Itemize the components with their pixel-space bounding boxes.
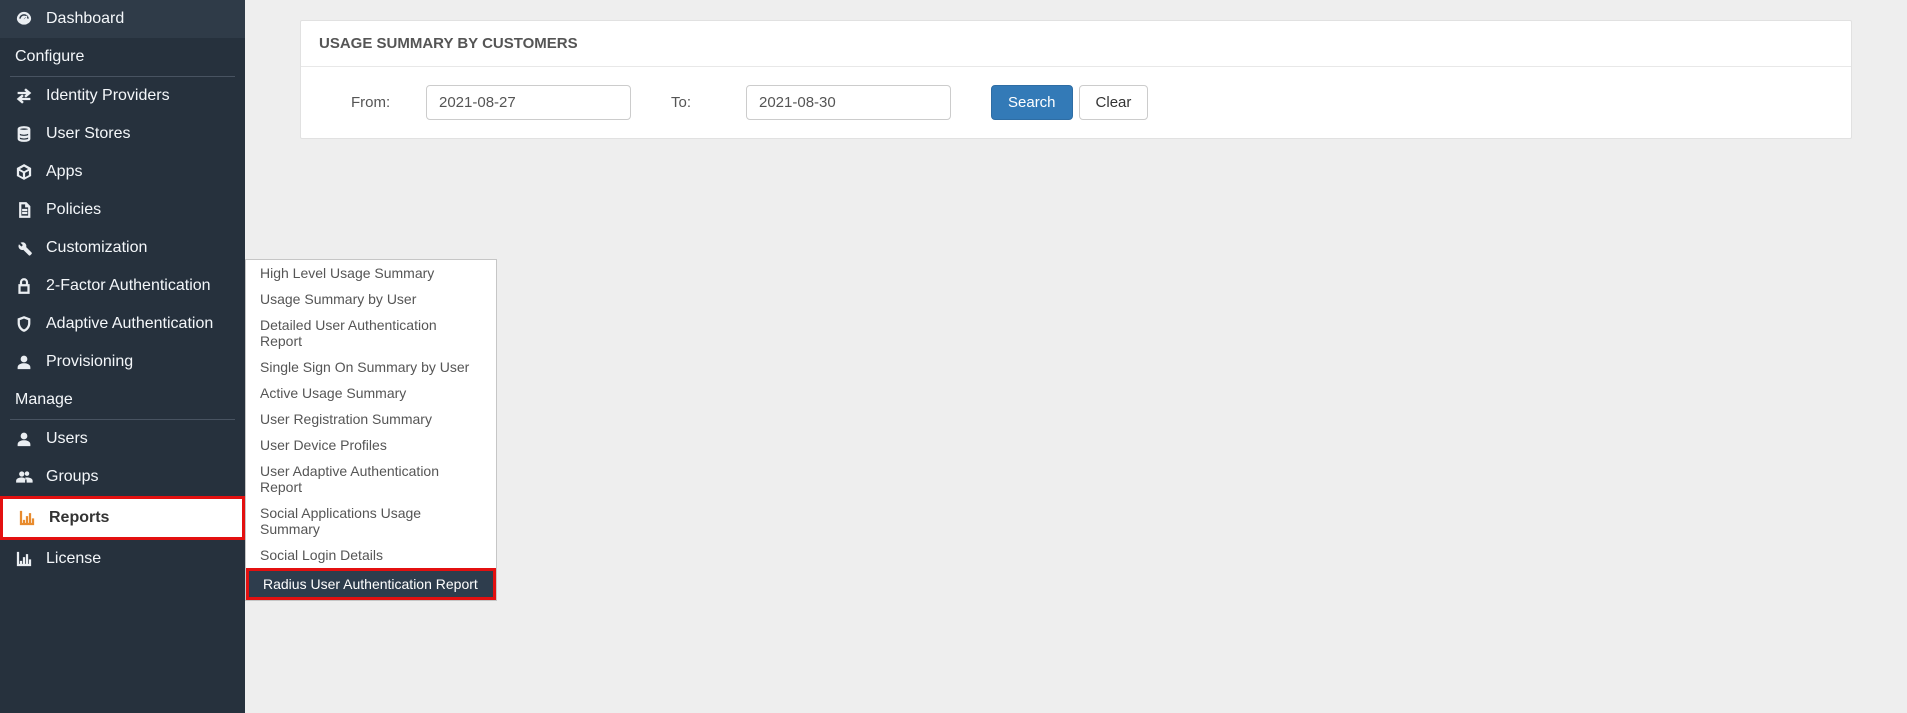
sidebar-item-label: Customization (46, 239, 147, 257)
swap-icon (15, 87, 33, 105)
cube-icon (15, 163, 33, 181)
sidebar-item-apps[interactable]: Apps (0, 153, 245, 191)
sidebar-item-label: Dashboard (46, 10, 124, 28)
submenu-item-sso-by-user[interactable]: Single Sign On Summary by User (246, 354, 496, 380)
sidebar-item-identity-providers[interactable]: Identity Providers (0, 77, 245, 115)
sidebar-item-label: Policies (46, 201, 101, 219)
panel-body: From: To: Search Clear (301, 67, 1851, 138)
sidebar-item-label: Identity Providers (46, 87, 170, 105)
from-group: From: (351, 85, 631, 120)
dashboard-icon (15, 10, 33, 28)
sidebar-item-users[interactable]: Users (0, 420, 245, 458)
submenu-item-detailed-user-auth[interactable]: Detailed User Authentication Report (246, 312, 496, 354)
sidebar-item-two-factor[interactable]: 2-Factor Authentication (0, 267, 245, 305)
from-label: From: (351, 94, 401, 111)
chart-icon (15, 550, 33, 568)
button-group: Search Clear (991, 85, 1148, 120)
sidebar-item-provisioning[interactable]: Provisioning (0, 343, 245, 381)
usage-summary-panel: USAGE SUMMARY BY CUSTOMERS From: To: Sea… (300, 20, 1852, 139)
submenu-item-social-login-details[interactable]: Social Login Details (246, 542, 496, 568)
submenu-item-user-device-profiles[interactable]: User Device Profiles (246, 432, 496, 458)
reports-submenu: High Level Usage Summary Usage Summary b… (245, 259, 497, 601)
submenu-item-active-usage[interactable]: Active Usage Summary (246, 380, 496, 406)
submenu-item-user-registration[interactable]: User Registration Summary (246, 406, 496, 432)
lock-icon (15, 277, 33, 295)
users-icon (15, 468, 33, 486)
database-icon (15, 125, 33, 143)
sidebar-item-label: 2-Factor Authentication (46, 277, 211, 295)
sidebar-section-configure: Configure (0, 38, 245, 76)
chart-icon (18, 509, 36, 527)
sidebar-item-label: License (46, 550, 101, 568)
sidebar-item-label: User Stores (46, 125, 130, 143)
sidebar-item-customization[interactable]: Customization (0, 229, 245, 267)
clear-button[interactable]: Clear (1079, 85, 1149, 120)
sidebar-item-reports[interactable]: Reports (0, 496, 245, 540)
document-icon (15, 201, 33, 219)
sidebar-item-license[interactable]: License (0, 540, 245, 578)
submenu-item-high-level-usage[interactable]: High Level Usage Summary (246, 260, 496, 286)
sidebar-item-label: Apps (46, 163, 82, 181)
wrench-icon (15, 239, 33, 257)
submenu-item-user-adaptive-auth[interactable]: User Adaptive Authentication Report (246, 458, 496, 500)
sidebar-item-label: Adaptive Authentication (46, 315, 213, 333)
sidebar-section-manage: Manage (0, 381, 245, 419)
sidebar-item-groups[interactable]: Groups (0, 458, 245, 496)
sidebar: Dashboard Configure Identity Providers U… (0, 0, 245, 713)
sidebar-item-adaptive-auth[interactable]: Adaptive Authentication (0, 305, 245, 343)
shield-icon (15, 315, 33, 333)
sidebar-item-label: Reports (49, 509, 109, 527)
submenu-item-radius-user-auth[interactable]: Radius User Authentication Report (246, 568, 496, 600)
submenu-item-social-apps-usage[interactable]: Social Applications Usage Summary (246, 500, 496, 542)
user-icon (15, 430, 33, 448)
from-date-input[interactable] (426, 85, 631, 120)
submenu-item-usage-by-user[interactable]: Usage Summary by User (246, 286, 496, 312)
panel-title: USAGE SUMMARY BY CUSTOMERS (301, 21, 1851, 67)
sidebar-item-policies[interactable]: Policies (0, 191, 245, 229)
sidebar-item-user-stores[interactable]: User Stores (0, 115, 245, 153)
sidebar-item-label: Provisioning (46, 353, 133, 371)
search-button[interactable]: Search (991, 85, 1073, 120)
to-group: To: (671, 85, 951, 120)
sidebar-item-label: Groups (46, 468, 98, 486)
to-label: To: (671, 94, 721, 111)
to-date-input[interactable] (746, 85, 951, 120)
sidebar-item-dashboard[interactable]: Dashboard (0, 0, 245, 38)
user-icon (15, 353, 33, 371)
sidebar-item-label: Users (46, 430, 88, 448)
